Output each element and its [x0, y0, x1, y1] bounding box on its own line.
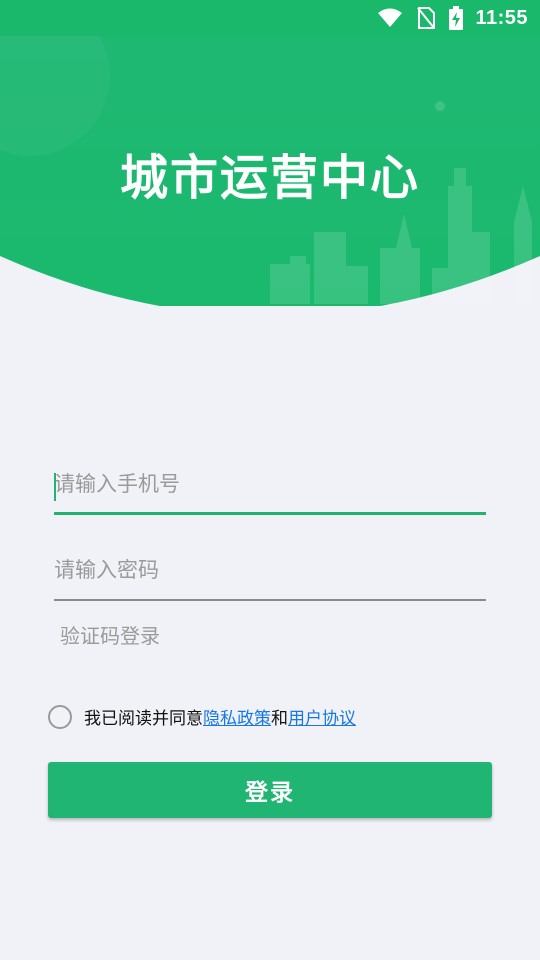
- password-input[interactable]: [54, 545, 486, 599]
- agreement-conjunction: 和: [271, 709, 288, 729]
- text-cursor: [54, 473, 56, 501]
- wifi-icon: [377, 8, 403, 28]
- agreement-checkbox[interactable]: [48, 704, 72, 729]
- status-time: 11:55: [475, 6, 528, 29]
- phone-field-container: [54, 459, 486, 515]
- login-button[interactable]: 登录: [48, 762, 492, 818]
- no-sim-icon: [417, 7, 436, 29]
- privacy-policy-link[interactable]: 隐私政策: [203, 709, 271, 729]
- header-banner: 城市运营中心: [0, 36, 540, 306]
- user-agreement-link[interactable]: 用户协议: [288, 709, 356, 729]
- app-title: 城市运营中心: [119, 150, 420, 206]
- agreement-prefix: 我已阅读并同意: [84, 709, 203, 729]
- agreement-row: 我已阅读并同意隐私政策和用户协议: [48, 704, 356, 729]
- status-bar: 11:55: [0, 0, 540, 36]
- agreement-text: 我已阅读并同意隐私政策和用户协议: [84, 704, 356, 729]
- phone-input[interactable]: [54, 459, 486, 512]
- sms-login-link[interactable]: 验证码登录: [60, 620, 160, 649]
- battery-charging-icon: [449, 6, 464, 30]
- password-field-container: [54, 545, 486, 601]
